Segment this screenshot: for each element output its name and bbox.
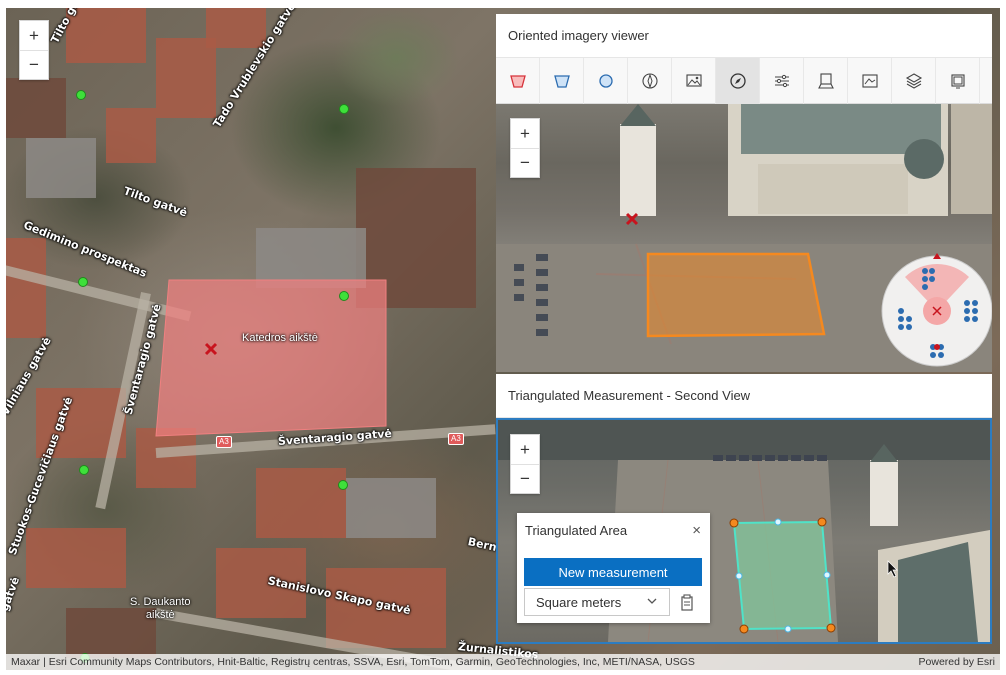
graphic-point[interactable] — [339, 104, 349, 114]
route-shield: A3 — [448, 433, 464, 445]
image-footprint-outline — [646, 252, 826, 338]
place-label-line: S. Daukanto — [130, 596, 191, 608]
copy-icon — [681, 594, 693, 611]
image-gallery-tool[interactable] — [672, 58, 716, 104]
second-view-header: Triangulated Measurement - Second View — [496, 374, 992, 418]
copy-button[interactable] — [676, 592, 698, 614]
zoom-in-button[interactable]: + — [20, 21, 48, 50]
graphic-point[interactable] — [339, 291, 349, 301]
panel-title: Oriented imagery viewer — [508, 28, 649, 43]
place-label-line: aikštė — [145, 609, 175, 621]
camera-footprint-tool[interactable] — [540, 58, 584, 104]
navigation-compass-icon — [729, 73, 746, 89]
digitize-tool[interactable] — [936, 58, 980, 104]
layers-tool[interactable] — [892, 58, 936, 104]
triangulated-area-polygon — [732, 520, 833, 631]
unit-select-value: Square meters — [536, 594, 622, 610]
camera-location-icon — [598, 74, 613, 88]
image-orientation-tool[interactable] — [628, 58, 672, 104]
route-shield: A3 — [216, 436, 232, 448]
camera-footprint-icon — [553, 75, 570, 88]
zoom-out-button[interactable]: − — [511, 148, 539, 177]
unit-select[interactable]: Square meters — [524, 588, 670, 616]
image-gallery-icon — [685, 74, 702, 87]
image-enhancement-icon — [774, 74, 789, 88]
oriented-imagery-toolbar — [496, 58, 992, 104]
viewer-zoom-control: + − — [510, 118, 540, 178]
additional-overlays-tool[interactable] — [848, 58, 892, 104]
powered-by[interactable]: Powered by Esri — [919, 656, 995, 668]
graphic-point[interactable] — [79, 465, 89, 475]
imagery-scene — [496, 104, 992, 372]
panel-title: Triangulated Measurement - Second View — [508, 388, 751, 403]
image-orientation-icon — [641, 73, 658, 89]
zoom-out-button[interactable]: − — [20, 50, 48, 79]
image-footprint-tool[interactable] — [496, 58, 540, 104]
popup-title: Triangulated Area — [525, 523, 628, 538]
place-label: S. Daukanto aikštė — [130, 596, 191, 622]
zoom-in-button[interactable]: + — [511, 435, 539, 464]
triangulated-area-popup: Triangulated Area × New measurement Squa… — [517, 513, 710, 623]
place-label: Katedros aikštė — [242, 332, 318, 344]
additional-overlays-icon — [861, 74, 878, 88]
zoom-out-button[interactable]: − — [511, 464, 539, 493]
attribution-text[interactable]: Maxar | Esri Community Maps Contributors… — [11, 656, 695, 668]
navigation-tool[interactable] — [716, 58, 760, 104]
camera-location-tool[interactable] — [584, 58, 628, 104]
image-footprint-icon — [509, 75, 526, 88]
graphic-point[interactable] — [78, 277, 88, 287]
zoom-in-button[interactable]: + — [511, 119, 539, 148]
new-measurement-button[interactable]: New measurement — [524, 558, 702, 586]
map-image-to-ground-tool[interactable] — [804, 58, 848, 104]
layers-icon — [905, 73, 922, 89]
graphic-point[interactable] — [76, 90, 86, 100]
image-enhancement-tool[interactable] — [760, 58, 804, 104]
attribution-bar: Maxar | Esri Community Maps Contributors… — [6, 654, 1000, 670]
graphic-point[interactable] — [338, 480, 348, 490]
map-image-to-ground-icon — [817, 73, 834, 89]
close-button[interactable]: × — [692, 522, 701, 539]
viewer-zoom-control: + − — [510, 434, 540, 494]
oriented-imagery-view[interactable]: + − — [496, 104, 992, 372]
chevron-down-icon — [647, 595, 657, 609]
digitize-icon — [950, 74, 965, 89]
oriented-imagery-header: Oriented imagery viewer — [496, 14, 992, 58]
map-zoom-control: + − — [19, 20, 49, 80]
